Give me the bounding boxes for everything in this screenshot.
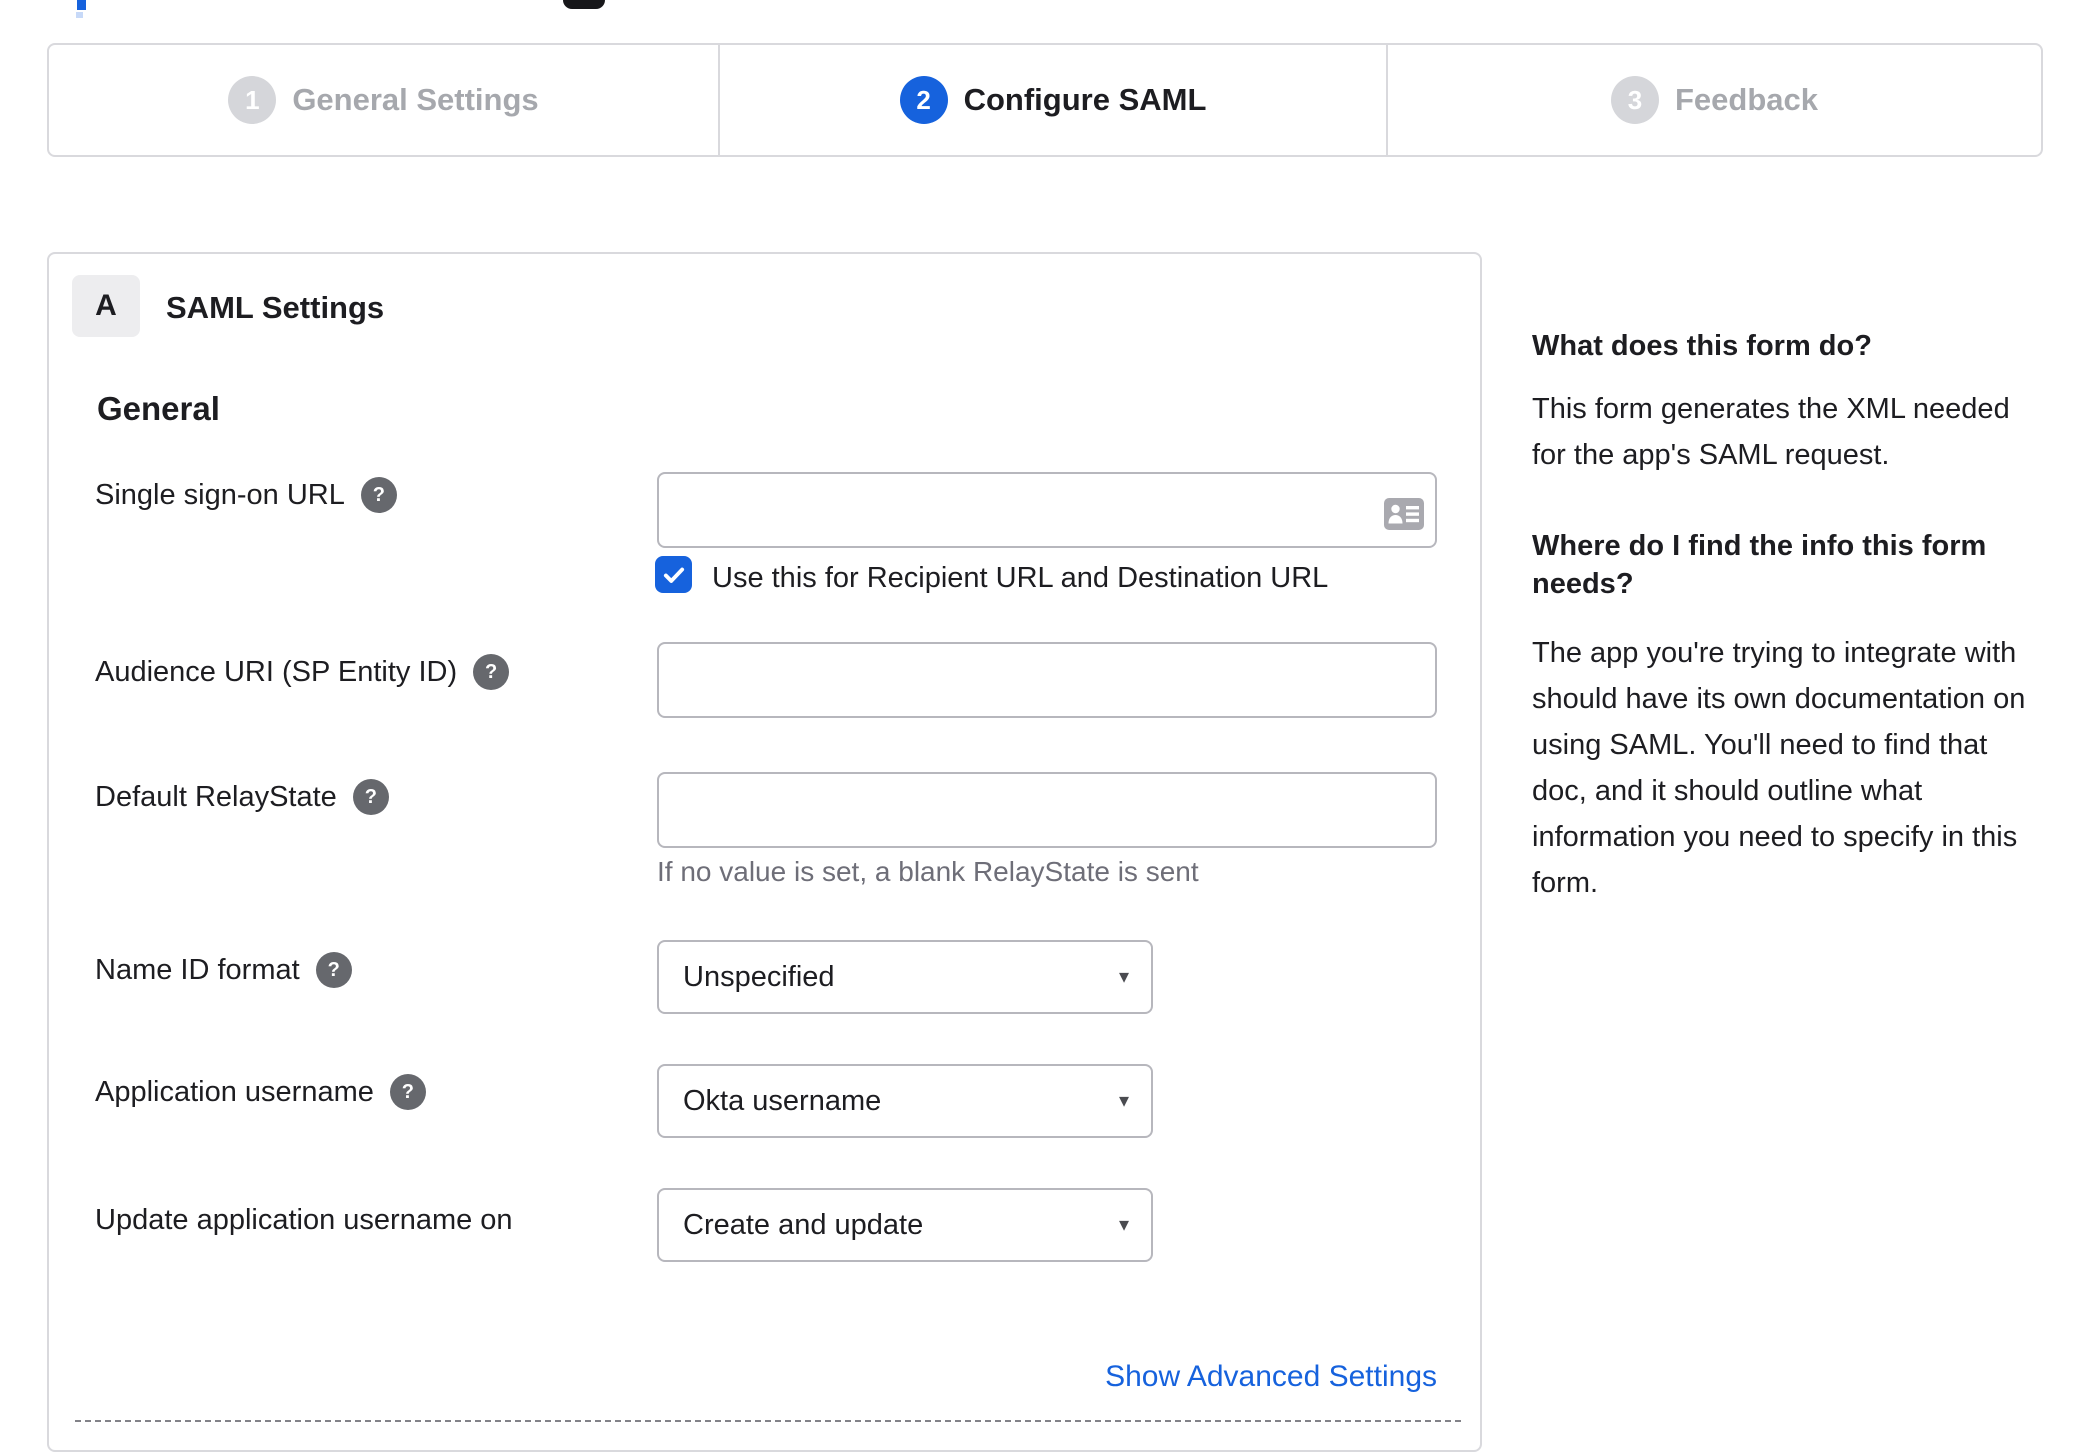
step-configure-saml[interactable]: 2 Configure SAML [718,45,1388,155]
sso-url-label: Single sign-on URL [95,478,345,511]
update-app-username-select[interactable]: Create and update ▾ [657,1188,1153,1262]
sidebar-heading-what: What does this form do? [1532,330,1872,362]
default-relaystate-label: Default RelayState [95,780,337,813]
cutoff-blue-logo-fragment-faint [76,12,83,18]
application-username-selected-value: Okta username [683,1084,882,1117]
relaystate-hint: If no value is set, a blank RelayState i… [657,856,1199,887]
step-1-number-badge: 1 [228,76,277,124]
sidebar-paragraph-where: The app you're trying to integrate with … [1532,637,2026,899]
application-username-label: Application username [95,1075,374,1108]
default-relaystate-input[interactable] [657,772,1437,848]
chevron-down-icon: ▾ [1118,1214,1129,1236]
name-id-format-select[interactable]: Unspecified ▾ [657,940,1153,1014]
step-2-number-badge: 2 [899,76,948,124]
audience-uri-input[interactable] [657,642,1437,718]
section-dashed-divider [75,1420,1461,1422]
audience-uri-label: Audience URI (SP Entity ID) [95,655,458,688]
sidebar-heading-where: Where do I find the info this form needs… [1532,530,1987,600]
section-a-badge: A [72,275,140,337]
audience-uri-help-icon[interactable]: ? [473,654,510,690]
name-id-format-selected-value: Unspecified [683,960,835,993]
general-section-title: General [97,390,220,427]
use-for-recipient-checkbox-label: Use this for Recipient URL and Destinati… [712,562,1329,594]
update-app-username-selected-value: Create and update [683,1208,924,1241]
saml-settings-panel [47,252,1482,1452]
step-3-number-badge: 3 [1610,76,1659,124]
default-relaystate-field-row: Default RelayState ? [95,777,389,817]
application-username-field-row: Application username ? [95,1072,426,1112]
default-relaystate-help-icon[interactable]: ? [352,779,389,815]
step-1-label: General Settings [292,82,539,117]
name-id-format-label: Name ID format [95,953,300,986]
use-for-recipient-checkbox[interactable] [655,556,692,593]
wizard-stepper: 1 General Settings 2 Configure SAML 3 Fe… [47,43,2043,157]
sso-url-field-row: Single sign-on URL ? [95,475,397,515]
step-general-settings[interactable]: 1 General Settings [49,45,718,155]
update-app-username-label: Update application username on [95,1203,513,1236]
contact-card-icon [1384,498,1424,530]
chevron-down-icon: ▾ [1118,966,1129,988]
chevron-down-icon: ▾ [1118,1090,1129,1112]
show-advanced-settings-link[interactable]: Show Advanced Settings [1105,1360,1437,1393]
panel-title: SAML Settings [166,290,385,325]
audience-uri-field-row: Audience URI (SP Entity ID) ? [95,652,510,692]
cutoff-dark-icon-fragment [563,0,605,9]
update-app-username-field-row: Update application username on [95,1200,513,1240]
step-3-label: Feedback [1674,82,1818,117]
step-2-label: Configure SAML [963,82,1207,117]
application-username-help-icon[interactable]: ? [389,1074,426,1110]
cutoff-blue-logo-fragment [77,0,86,10]
checkmark-icon [663,567,684,583]
advanced-link-row: Show Advanced Settings [657,1360,1437,1394]
sidebar-paragraph-what: This form generates the XML needed for t… [1532,393,2010,471]
sso-url-input[interactable] [657,472,1437,548]
page: { "colors": { "accent_blue": "#1662dd", … [0,0,2092,1452]
step-feedback[interactable]: 3 Feedback [1388,45,2041,155]
application-username-select[interactable]: Okta username ▾ [657,1064,1153,1138]
sso-url-help-icon[interactable]: ? [360,477,397,513]
name-id-format-help-icon[interactable]: ? [315,952,352,988]
name-id-format-field-row: Name ID format ? [95,950,352,990]
